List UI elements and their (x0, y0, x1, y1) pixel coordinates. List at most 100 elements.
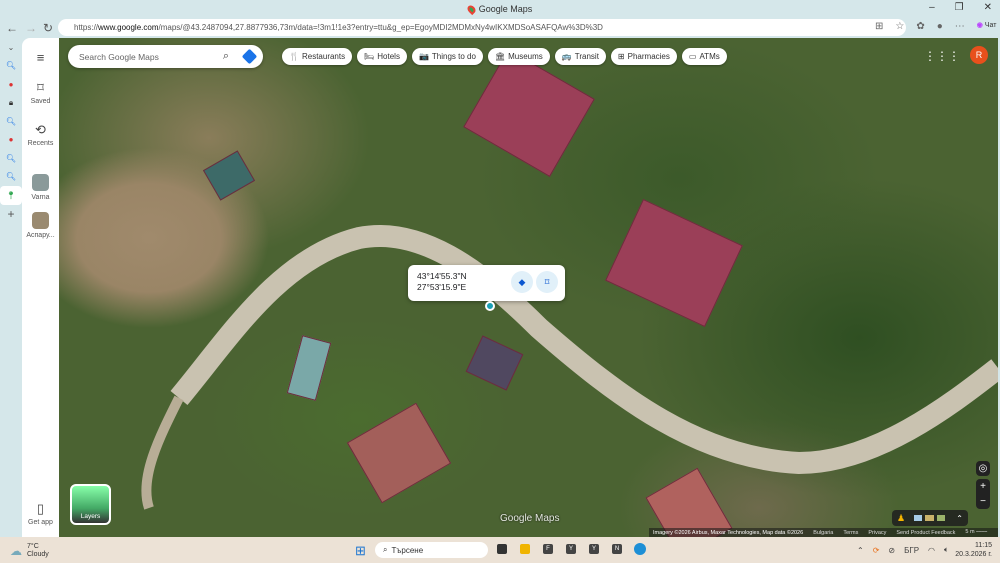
favorite-star-icon[interactable]: ☆ (895, 21, 904, 32)
search-icon[interactable]: 🔍︎ (0, 57, 22, 76)
file-explorer-icon[interactable] (520, 544, 530, 554)
taskbar-app[interactable]: F (543, 544, 553, 554)
scale-bar[interactable]: 5 m ⎯⎯⎯⎯ (965, 529, 987, 536)
taskbar-app[interactable]: N (612, 544, 622, 554)
search-input[interactable]: Search Google Maps (79, 52, 159, 62)
layers-button[interactable]: Layers (70, 484, 111, 525)
lock-icon[interactable]: 🔒︎ (0, 94, 22, 113)
directions-button[interactable]: ◆ (511, 271, 533, 293)
layers-label: Layers (80, 513, 101, 520)
chip-transit[interactable]: 🚌 Transit (554, 48, 606, 65)
satellite-thumb[interactable] (936, 515, 946, 521)
start-button[interactable]: ⊞ (355, 543, 366, 559)
place-label: Аспару... (26, 232, 55, 239)
get-app-label: Get app (28, 519, 53, 526)
search-placeholder: Търсене (391, 545, 424, 555)
google-maps-watermark: Google Maps (500, 513, 560, 524)
edge-sidebar: ⌄ 🔍︎ ● 🔒︎ 🔍︎ ● 🔍︎ 🔍︎ 📍︎ + (0, 38, 22, 537)
search-icon[interactable]: 🔍︎ (0, 168, 22, 187)
tab-title[interactable]: Google Maps (479, 4, 533, 14)
weather-widget[interactable]: ☁ 7°C Cloudy (10, 543, 49, 559)
terrain-thumb[interactable] (925, 515, 934, 521)
taskbar-search[interactable]: ⌕ Търсене (375, 542, 488, 558)
taskbar-app[interactable]: Y (589, 544, 599, 554)
taskbar-app[interactable]: Y (566, 544, 576, 554)
maps-side-panel: ≡ ⌑ Saved ⟲ Recents Varna Аспару... ▯ Get a… (22, 38, 59, 537)
profile-icon[interactable]: ● (937, 21, 943, 32)
add-icon[interactable]: + (0, 205, 22, 224)
refresh-button[interactable]: ↻ (43, 21, 53, 35)
forward-button[interactable]: → (25, 21, 37, 35)
chip-atms[interactable]: ▭ ATMs (681, 48, 727, 65)
notification-icon[interactable]: ⊘ (888, 546, 895, 555)
search-icon[interactable]: ⌕ (223, 50, 229, 63)
saved-button[interactable]: ⌑ Saved (22, 80, 59, 105)
wifi-icon[interactable]: ◠ (928, 546, 935, 555)
more-menu-icon[interactable]: ⋯ (955, 21, 965, 32)
zoom-controls: + − (976, 479, 990, 509)
chip-hotels[interactable]: 🛏 Hotels (357, 48, 407, 65)
phone-icon: ▯ (36, 501, 45, 516)
map-type-thumb[interactable] (914, 515, 923, 521)
url-prefix: https:// (74, 23, 99, 32)
sidebar-collapse-icon[interactable]: ⌄ (0, 38, 22, 57)
edge-icon[interactable] (634, 543, 646, 555)
chip-label: Pharmacies (627, 52, 670, 61)
location-target-icon: ◎ (978, 463, 988, 474)
pegman-icon[interactable]: ♟ (897, 513, 905, 524)
chip-pharmacies[interactable]: ⊞ Pharmacies (610, 48, 677, 65)
maps-app-icon[interactable]: 📍︎ (0, 186, 22, 205)
menu-button[interactable]: ≡ (22, 50, 59, 67)
restaurant-icon: 🍴 (289, 52, 299, 61)
volume-icon[interactable]: 🔈︎ (944, 545, 949, 555)
google-apps-icon[interactable]: ⋮⋮⋮ (924, 49, 960, 63)
terms-link[interactable]: Terms (843, 530, 858, 536)
account-avatar[interactable]: R (970, 46, 988, 64)
app-icon[interactable]: ● (0, 75, 22, 94)
satellite-map[interactable]: Search Google Maps ⌕ 🍴 Restaurants 🛏 Hotel… (59, 38, 998, 537)
recent-place-asparuhovo[interactable]: Аспару... (22, 212, 59, 239)
search-icon[interactable]: 🔍︎ (0, 112, 22, 131)
directions-icon[interactable] (241, 48, 258, 65)
museum-icon: 🏛 (494, 52, 506, 61)
recent-place-varna[interactable]: Varna (22, 174, 59, 201)
search-icon[interactable]: 🔍︎ (0, 149, 22, 168)
get-app-button[interactable]: ▯ Get app (22, 501, 59, 526)
camera-icon: 📷 (418, 52, 429, 61)
task-view-icon[interactable] (497, 544, 507, 554)
app-icon[interactable]: ● (0, 131, 22, 150)
split-view-icon[interactable]: ⊞ (875, 21, 883, 32)
expand-icon[interactable]: ⌃ (956, 514, 963, 523)
category-chips: 🍴 Restaurants 🛏 Hotels 📷 Things to do 🏛 Muse… (282, 48, 727, 65)
privacy-link[interactable]: Privacy (868, 530, 886, 536)
clock[interactable]: 11:15 20.3.2026 г. (955, 541, 992, 559)
pharmacy-icon: ⊞ (617, 52, 625, 61)
feedback-link[interactable]: Send Product Feedback (896, 530, 955, 536)
latitude: 43°14'55.3"N (417, 271, 467, 281)
restore-button[interactable]: ❐ (955, 2, 964, 13)
zoom-in-button[interactable]: + (980, 481, 986, 492)
chip-museums[interactable]: 🏛 Museums (487, 48, 550, 65)
recents-button[interactable]: ⟲ Recents (22, 122, 59, 147)
close-button[interactable]: ✕ (984, 2, 992, 13)
language-indicator[interactable]: БГР (904, 546, 919, 555)
minimize-button[interactable]: – (929, 2, 935, 13)
address-bar[interactable]: https://www.google.com/maps/@43.2487094,… (58, 19, 906, 36)
country-link[interactable]: Bulgaria (813, 530, 833, 536)
save-button[interactable]: ⌑ (536, 271, 558, 293)
bookmark-icon: ⌑ (37, 80, 44, 95)
place-label: Varna (31, 194, 50, 201)
chip-things-to-do[interactable]: 📷 Things to do (411, 48, 483, 65)
search-box[interactable]: Search Google Maps ⌕ (68, 45, 263, 68)
zoom-out-button[interactable]: − (980, 496, 986, 507)
url-path: /maps/@43.2487094,27.8877936,73m/data=!3… (158, 23, 603, 32)
place-thumbnail (32, 174, 49, 191)
location-marker[interactable] (485, 301, 495, 311)
chip-restaurants[interactable]: 🍴 Restaurants (282, 48, 353, 65)
extensions-icon[interactable]: ✿ (916, 21, 924, 32)
copilot-button[interactable]: ◉ Чат (977, 21, 997, 32)
back-button[interactable]: ← (6, 21, 18, 35)
show-hidden-icons[interactable]: ⌃ (857, 546, 864, 555)
my-location-button[interactable]: ◎ (976, 461, 990, 476)
sync-icon[interactable]: ⟳ (873, 546, 880, 555)
